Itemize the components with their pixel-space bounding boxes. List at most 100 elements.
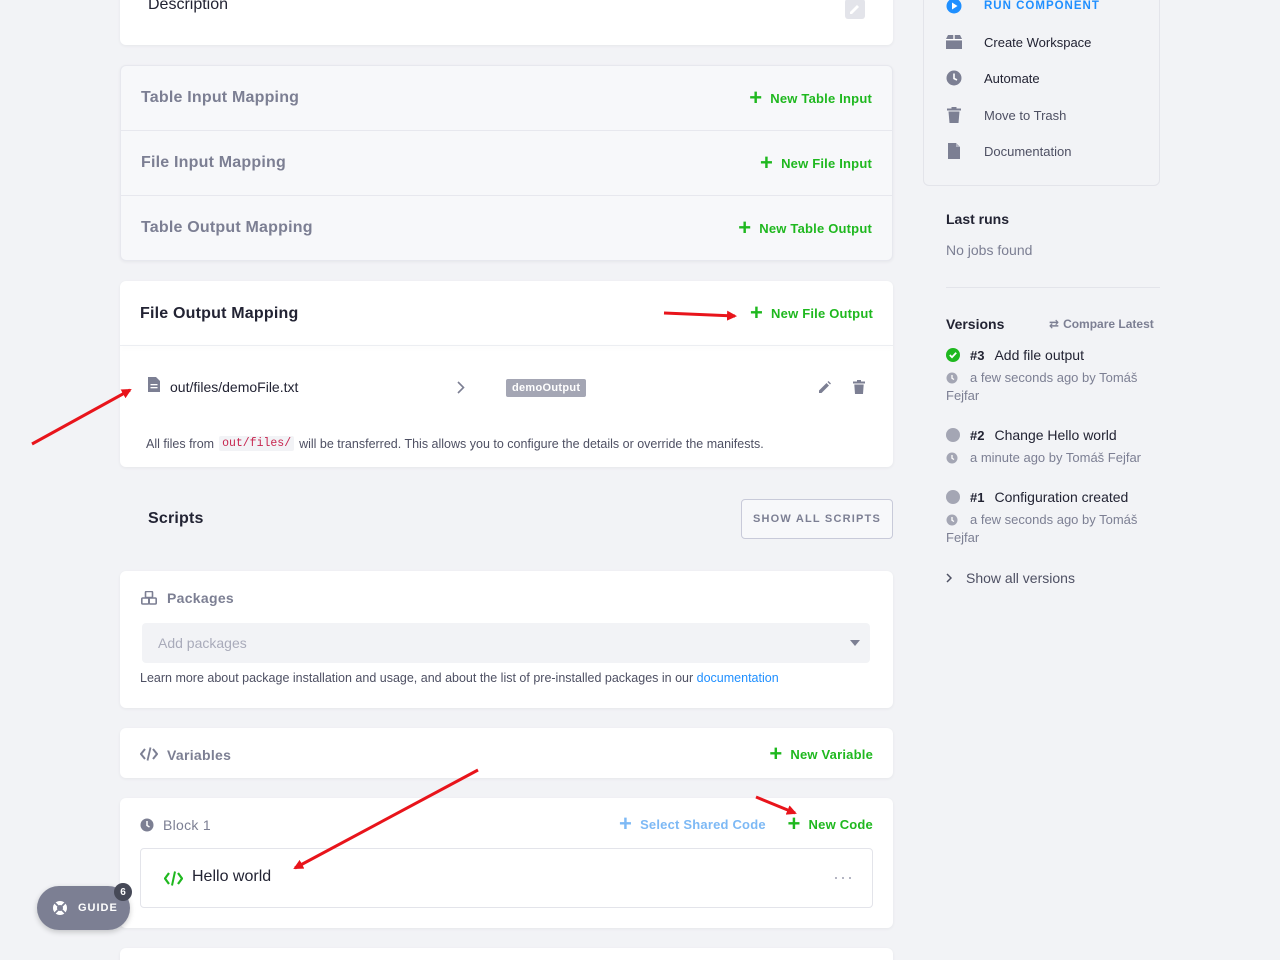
packages-select[interactable]: Add packages <box>142 623 870 663</box>
version-meta: a few seconds ago by Tomáš <box>970 512 1138 527</box>
version-name: Change Hello world <box>994 427 1117 443</box>
trash-icon[interactable] <box>853 380 865 394</box>
workspace-icon <box>946 35 962 49</box>
select-shared-code-label: Select Shared Code <box>640 816 766 832</box>
more-options-icon[interactable]: ··· <box>833 867 854 888</box>
version-meta-author: Fejfar <box>946 388 980 403</box>
code-item[interactable]: Hello world ··· <box>140 848 873 908</box>
packages-help: Learn more about package installation an… <box>140 671 779 685</box>
new-code-button[interactable]: + New Code <box>787 813 873 835</box>
chevron-right-icon <box>457 381 465 394</box>
new-table-output-label: New Table Output <box>759 220 872 236</box>
plus-icon: + <box>760 150 774 175</box>
chevron-right-icon <box>946 573 952 583</box>
version-item[interactable]: #3 Add file output a few seconds ago by … <box>946 347 1160 403</box>
neutral-status-dot <box>946 490 960 504</box>
file-icon <box>148 377 160 392</box>
file-input-mapping-title: File Input Mapping <box>141 154 286 171</box>
edit-description-button[interactable] <box>845 0 865 19</box>
new-file-input-label: New File Input <box>781 155 872 171</box>
new-file-input-button[interactable]: + New File Input <box>760 152 872 174</box>
version-number: #3 <box>970 347 985 363</box>
arrow-to-file-row <box>31 388 132 446</box>
edit-pencil-icon[interactable] <box>818 380 832 394</box>
code-icon <box>164 871 183 886</box>
compare-latest-button[interactable]: ⇄ Compare Latest <box>1049 317 1154 331</box>
block-card: Block 1 + Select Shared Code + New Code … <box>120 798 893 928</box>
clock-icon <box>946 514 958 525</box>
show-all-versions-link[interactable]: Show all versions <box>946 570 1075 586</box>
new-code-label: New Code <box>808 816 873 832</box>
next-card <box>120 948 893 960</box>
mapping-group: Table Input Mapping + New Table Input Fi… <box>120 65 893 261</box>
new-file-output-label: New File Output <box>771 305 873 321</box>
packages-title: Packages <box>167 590 235 606</box>
note-text-start: All files from <box>146 436 215 451</box>
plus-icon: + <box>769 741 783 766</box>
show-all-scripts-button[interactable]: SHOW ALL SCRIPTS <box>741 499 893 539</box>
plus-icon: + <box>749 300 764 325</box>
packages-help-text: Learn more about package installation an… <box>140 671 694 685</box>
code-icon <box>140 747 158 761</box>
plus-icon: + <box>619 811 633 836</box>
table-output-mapping-row[interactable]: Table Output Mapping + New Table Output <box>121 196 892 260</box>
move-to-trash-label: Move to Trash <box>984 107 1067 123</box>
version-number: #2 <box>970 427 985 443</box>
guide-label: GUIDE <box>78 902 118 914</box>
table-input-mapping-row[interactable]: Table Input Mapping + New Table Input <box>121 66 892 131</box>
automate-label: Automate <box>984 70 1040 86</box>
file-output-tag: demoOutput <box>506 379 587 397</box>
plus-icon: + <box>749 85 763 110</box>
guide-badge: 6 <box>114 883 132 901</box>
new-variable-button[interactable]: + New Variable <box>769 743 873 765</box>
create-workspace-label: Create Workspace <box>984 34 1092 50</box>
new-table-input-button[interactable]: + New Table Input <box>749 87 872 109</box>
check-circle-icon <box>946 348 960 362</box>
documentation-link[interactable]: documentation <box>697 671 779 685</box>
documentation-action[interactable]: Documentation <box>946 143 1071 159</box>
caret-down-icon <box>850 640 860 646</box>
description-title: Description <box>148 0 229 13</box>
new-table-output-button[interactable]: + New Table Output <box>738 217 872 239</box>
new-table-input-label: New Table Input <box>770 90 872 106</box>
versions-title: Versions <box>946 316 1005 332</box>
create-workspace-action[interactable]: Create Workspace <box>946 34 1091 50</box>
file-output-row[interactable]: out/files/demoFile.txt demoOutput <box>120 361 893 411</box>
last-runs-title: Last runs <box>946 211 1010 227</box>
version-item[interactable]: #2 Change Hello world a minute ago by To… <box>946 427 1160 465</box>
plus-icon: + <box>787 811 801 836</box>
note-code: out/files/ <box>219 436 295 451</box>
scripts-title: Scripts <box>148 510 204 527</box>
clock-icon <box>946 70 962 86</box>
clock-icon <box>946 452 958 463</box>
play-circle-icon <box>946 0 962 14</box>
file-output-note: All files from out/files/ will be transf… <box>146 436 764 451</box>
file-input-mapping-row[interactable]: File Input Mapping + New File Input <box>121 131 892 196</box>
variables-card[interactable]: Variables + New Variable <box>120 728 893 778</box>
move-to-trash-action[interactable]: Move to Trash <box>946 107 1066 123</box>
lifebuoy-icon <box>53 901 67 915</box>
packages-icon <box>141 591 157 605</box>
run-component-label: RUN COMPONENT <box>984 0 1100 12</box>
file-output-mapping-title: File Output Mapping <box>140 305 299 322</box>
table-input-mapping-title: Table Input Mapping <box>141 89 300 106</box>
note-text-end: will be transferred. This allows you to … <box>299 436 764 451</box>
automate-action[interactable]: Automate <box>946 70 1040 86</box>
code-name: Hello world <box>192 868 272 885</box>
file-output-source: out/files/demoFile.txt <box>170 379 299 395</box>
file-output-mapping-card: File Output Mapping + New File Output ou… <box>120 281 893 467</box>
new-file-output-button[interactable]: + New File Output <box>750 302 873 324</box>
compare-latest-label: Compare Latest <box>1063 317 1154 331</box>
run-component-action[interactable]: RUN COMPONENT <box>946 0 1100 14</box>
version-meta-author: Fejfar <box>946 530 980 545</box>
version-name: Add file output <box>994 347 1084 363</box>
select-shared-code-button[interactable]: + Select Shared Code <box>619 813 766 835</box>
version-number: #1 <box>970 489 985 505</box>
show-all-versions-label: Show all versions <box>966 570 1075 586</box>
version-name: Configuration created <box>994 489 1129 505</box>
clock-icon <box>946 372 958 383</box>
version-item[interactable]: #1 Configuration created a few seconds a… <box>946 489 1160 545</box>
packages-placeholder: Add packages <box>158 635 247 651</box>
description-card: Description <box>120 0 893 45</box>
variables-title: Variables <box>167 747 232 763</box>
